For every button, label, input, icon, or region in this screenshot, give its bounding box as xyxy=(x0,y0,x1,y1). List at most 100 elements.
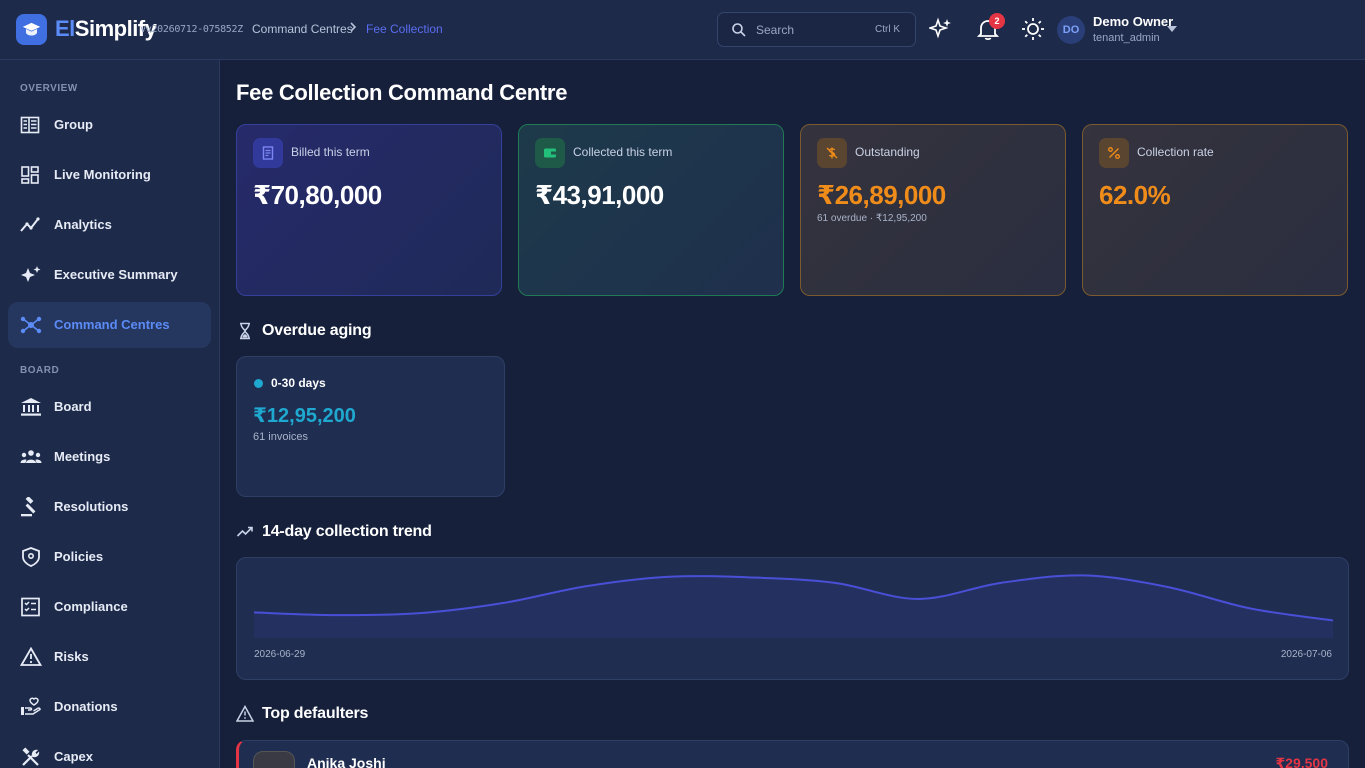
section-header-top-defaulters: Top defaulters xyxy=(235,704,369,723)
search-shortcut: Ctrl K xyxy=(875,24,900,35)
sidebar: OVERVIEW Group Live Monitoring Analytics… xyxy=(0,60,220,768)
logo-icon[interactable] xyxy=(16,14,47,45)
trend-start-date: 2026-06-29 xyxy=(254,649,306,660)
sidebar-item-live-monitoring[interactable]: Live Monitoring xyxy=(8,152,211,198)
section-header-collection-trend: 14-day collection trend xyxy=(236,523,432,541)
sidebar-item-risks[interactable]: Risks xyxy=(8,634,211,680)
ai-sparkle-icon[interactable] xyxy=(927,17,953,46)
sidebar-item-board[interactable]: Board xyxy=(8,384,211,430)
shield-icon xyxy=(20,547,42,567)
section-title: 14-day collection trend xyxy=(262,523,432,540)
aging-bucket-card: 0-30 days ₹12,95,200 61 invoices xyxy=(236,356,505,497)
search-icon xyxy=(731,22,747,43)
version-label: vv20260712-075852Z xyxy=(140,24,243,35)
sidebar-item-label: Donations xyxy=(54,699,118,714)
sidebar-item-meetings[interactable]: Meetings xyxy=(8,434,211,480)
sidebar-item-command-centres[interactable]: Command Centres xyxy=(8,302,211,348)
sidebar-item-analytics[interactable]: Analytics xyxy=(8,202,211,248)
sidebar-item-policies[interactable]: Policies xyxy=(8,534,211,580)
gavel-icon xyxy=(20,496,42,517)
group-icon xyxy=(20,115,42,135)
sidebar-item-label: Policies xyxy=(54,549,104,564)
collection-trend-chart: 2026-06-29 2026-07-06 xyxy=(236,557,1349,680)
aging-bucket-count: 61 invoices xyxy=(253,431,309,443)
analytics-icon xyxy=(20,215,42,235)
sidebar-item-label: Live Monitoring xyxy=(54,167,151,182)
sidebar-item-group[interactable]: Group xyxy=(8,102,211,148)
percent-icon xyxy=(1099,138,1129,168)
sidebar-item-label: Capex xyxy=(54,749,94,764)
user-avatar[interactable]: DO xyxy=(1057,16,1085,44)
search-input[interactable]: Search Ctrl K xyxy=(717,12,916,47)
search-placeholder: Search xyxy=(756,23,795,37)
hourglass-icon xyxy=(236,322,254,340)
kpi-label: Collected this term xyxy=(573,145,673,159)
kpi-value: ₹70,80,000 xyxy=(253,180,382,210)
section-label-overview: OVERVIEW xyxy=(20,83,78,94)
sidebar-item-label: Executive Summary xyxy=(54,267,178,282)
defaulter-name: Anika Joshi xyxy=(307,755,386,768)
kpi-value: ₹26,89,000 xyxy=(817,180,946,210)
kpi-card-collected: Collected this term ₹43,91,000 xyxy=(518,124,784,296)
sidebar-item-label: Board xyxy=(54,399,92,414)
kpi-label: Billed this term xyxy=(291,145,370,159)
chevron-down-icon[interactable] xyxy=(1167,26,1177,32)
kpi-label: Outstanding xyxy=(855,145,920,159)
receipt-icon xyxy=(253,138,283,168)
kpi-value: ₹43,91,000 xyxy=(535,180,664,210)
kpi-label: Collection rate xyxy=(1137,145,1214,159)
sidebar-item-label: Compliance xyxy=(54,599,128,614)
page-title: Fee Collection Command Centre xyxy=(236,80,568,105)
kpi-subtext: 61 overdue · ₹12,95,200 xyxy=(817,213,927,224)
kpi-card-collection-rate: Collection rate 62.0% xyxy=(1082,124,1348,296)
defaulter-amount: ₹29,500 xyxy=(1275,755,1328,768)
kpi-value: 62.0% xyxy=(1099,180,1171,210)
trend-area xyxy=(254,575,1333,638)
wallet-icon xyxy=(535,138,565,168)
section-title: Overdue aging xyxy=(262,322,372,339)
kpi-card-outstanding: Outstanding ₹26,89,000 61 overdue · ₹12,… xyxy=(800,124,1066,296)
brand-prefix: El xyxy=(55,16,75,41)
section-title: Top defaulters xyxy=(262,705,369,722)
trend-chart-svg xyxy=(253,574,1334,638)
warning-icon xyxy=(19,646,43,667)
top-header: ElSimplify vv20260712-075852Z Command Ce… xyxy=(0,0,1365,60)
status-dot xyxy=(254,379,263,388)
breadcrumb-command-centres[interactable]: Command Centres xyxy=(252,22,353,36)
chevron-right-icon xyxy=(349,21,357,36)
section-label-board: BOARD xyxy=(20,365,60,376)
sidebar-item-label: Command Centres xyxy=(54,317,170,332)
sidebar-item-donations[interactable]: Donations xyxy=(8,684,211,730)
donation-icon xyxy=(20,697,42,717)
sidebar-item-resolutions[interactable]: Resolutions xyxy=(8,484,211,530)
sidebar-item-label: Risks xyxy=(54,649,89,664)
defaulter-row[interactable]: Anika Joshi ₹29,500 xyxy=(236,740,1349,768)
avatar xyxy=(253,751,295,768)
sidebar-item-compliance[interactable]: Compliance xyxy=(8,584,211,630)
trend-end-date: 2026-07-06 xyxy=(1280,649,1332,660)
sidebar-item-executive-summary[interactable]: Executive Summary xyxy=(8,252,211,298)
user-name[interactable]: Demo Owner xyxy=(1093,14,1173,29)
kpi-card-billed: Billed this term ₹70,80,000 xyxy=(236,124,502,296)
tools-icon xyxy=(20,747,42,767)
aging-bucket-value: ₹12,95,200 xyxy=(253,405,356,427)
sidebar-item-label: Meetings xyxy=(54,449,111,464)
sidebar-item-label: Resolutions xyxy=(54,499,129,514)
checklist-icon xyxy=(20,597,42,617)
theme-toggle-icon[interactable] xyxy=(1021,17,1045,46)
notification-badge: 2 xyxy=(989,13,1005,29)
user-role: tenant_admin xyxy=(1093,32,1160,44)
trending-up-icon xyxy=(236,523,254,541)
sidebar-item-label: Group xyxy=(54,117,93,132)
people-icon xyxy=(20,447,42,467)
money-off-icon xyxy=(817,138,847,168)
aging-bucket-label: 0-30 days xyxy=(271,376,326,390)
hub-icon xyxy=(20,315,42,335)
warning-icon xyxy=(235,704,255,723)
section-header-overdue-aging: Overdue aging xyxy=(236,322,372,340)
institution-icon xyxy=(20,397,42,417)
sidebar-item-capex[interactable]: Capex xyxy=(8,734,211,768)
dashboard-icon xyxy=(20,165,42,185)
sparkle-icon xyxy=(20,265,42,285)
breadcrumb-fee-collection: Fee Collection xyxy=(366,22,443,36)
